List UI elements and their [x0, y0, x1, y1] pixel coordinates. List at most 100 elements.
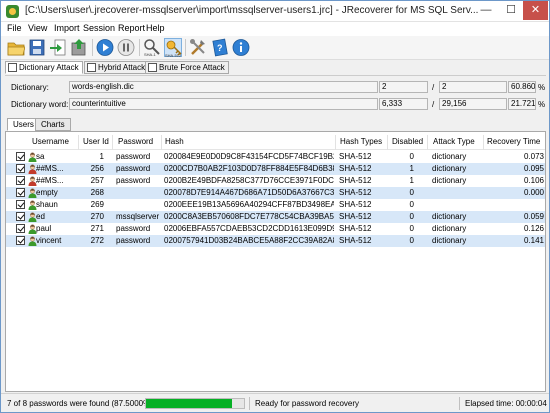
word-total-field: 29,156 — [439, 98, 507, 110]
cell-recovery-time: 0.141 — [523, 236, 544, 245]
title-bar: [C:\Users\user\.jrecoverer-mssqlserver\i… — [1, 1, 549, 22]
cell-hash-type: SHA-512 — [339, 236, 372, 245]
key-search-icon[interactable]: SHA-1 — [143, 38, 161, 57]
minimize-button[interactable]: — — [473, 1, 499, 20]
export-icon[interactable] — [70, 38, 88, 57]
word-percent-field: 21.7211 — [508, 98, 536, 110]
row-checkbox[interactable] — [16, 224, 25, 233]
cell-attack-type: dictionary — [432, 236, 467, 245]
save-icon[interactable] — [28, 38, 46, 57]
menu-import[interactable]: Import — [54, 23, 80, 33]
cell-attack-type: dictionary — [432, 164, 467, 173]
elapsed-time-status: Elapsed time: 00:00:04 — [465, 399, 547, 408]
row-checkbox[interactable] — [16, 236, 25, 245]
cell-disabled: 0 — [409, 224, 414, 233]
cell-hash-type: SHA-512 — [339, 212, 372, 221]
tools-icon[interactable] — [189, 38, 207, 57]
menu-session[interactable]: Session — [83, 23, 115, 33]
cell-recovery-time: 0.073 — [523, 152, 544, 161]
cell-hash: 0200757941D03B24BABCE5A88F2CC39A82A83F..… — [164, 236, 334, 245]
hybrid-attack-checkbox[interactable] — [87, 63, 96, 72]
brute-force-attack-checkbox[interactable] — [148, 63, 157, 72]
tab-hybrid-attack[interactable]: Hybrid Attack — [84, 61, 150, 74]
toolbar-separator — [139, 39, 140, 56]
cell-disabled: 0 — [409, 152, 414, 161]
menu-view[interactable]: View — [28, 23, 47, 33]
maximize-button[interactable]: ☐ — [498, 1, 524, 20]
menu-file[interactable]: File — [7, 23, 22, 33]
import-icon[interactable] — [49, 38, 67, 57]
toolbar: SHA-1 SHA-512 ? — [1, 36, 549, 60]
open-folder-icon[interactable] — [7, 38, 25, 57]
menu-help[interactable]: Help — [146, 23, 165, 33]
word-percent-sign: % — [538, 100, 546, 109]
word-separator: / — [432, 100, 435, 109]
table-row[interactable]: sa 1 password 020084E9E0D0D9C8F43154FCD5F74… — [6, 151, 545, 163]
header-disabled[interactable]: Disabled — [392, 137, 423, 146]
recovery-progress-bar — [145, 398, 245, 409]
cell-user-id: 256 — [90, 164, 104, 173]
cell-hash: 020078D7E914A467D686A71D50D6A37667C34... — [164, 188, 334, 197]
status-bar: 7 of 8 passwords were found (87.5000%) R… — [1, 393, 549, 412]
header-username[interactable]: Username — [32, 137, 69, 146]
cell-disabled: 1 — [409, 164, 414, 173]
pause-icon[interactable] — [117, 38, 135, 57]
row-checkbox[interactable] — [16, 200, 25, 209]
row-checkbox[interactable] — [16, 176, 25, 185]
word-count-field: 6,333 — [379, 98, 428, 110]
cell-user-id: 272 — [90, 236, 104, 245]
attack-mode-bar: Dictionary Attack Hybrid Attack Brute Fo… — [1, 60, 549, 75]
progress-fill — [146, 399, 232, 408]
close-button[interactable]: ✕ — [523, 1, 548, 20]
header-hash-types[interactable]: Hash Types — [340, 137, 382, 146]
tab-dictionary-attack[interactable]: Dictionary Attack — [5, 61, 83, 74]
tab-brute-force-attack[interactable]: Brute Force Attack — [145, 61, 229, 74]
menu-report[interactable]: Report — [118, 23, 145, 33]
cell-attack-type: dictionary — [432, 152, 467, 161]
cell-username: empty — [36, 188, 58, 197]
info-icon[interactable] — [232, 38, 250, 57]
table-row[interactable]: ##MS... 256 password 0200CD7B0AB2F103D0D78F… — [6, 163, 545, 175]
header-password[interactable]: Password — [118, 137, 153, 146]
header-attack-type[interactable]: Attack Type — [433, 137, 475, 146]
cell-recovery-time: 0.126 — [523, 224, 544, 233]
dictionary-attack-checkbox[interactable] — [8, 63, 17, 72]
cell-user-id: 268 — [90, 188, 104, 197]
table-row[interactable]: ed 270 mssqlserver 0200C8A3EB570608FDC7E778… — [6, 211, 545, 223]
tab-charts[interactable]: Charts — [35, 118, 71, 131]
table-row[interactable]: empty 268 020078D7E914A467D686A71D50D6A376… — [6, 187, 545, 199]
header-user-id[interactable]: User Id — [83, 137, 109, 146]
header-hash[interactable]: Hash — [165, 137, 184, 146]
cell-username: shaun — [36, 200, 58, 209]
toolbar-separator — [92, 39, 93, 56]
cell-password: password — [116, 152, 151, 161]
cell-username: ed — [36, 212, 45, 221]
cell-hash: 02006EBFA557CDAEB53CD2CDD1613E099D9B1E..… — [164, 224, 334, 233]
help-book-icon[interactable]: ? — [211, 38, 229, 57]
row-checkbox[interactable] — [16, 152, 25, 161]
cell-hash: 0200CD7B0AB2F103D0D78FF884E5F84D6B387E..… — [164, 164, 334, 173]
cell-hash-type: SHA-512 — [339, 224, 372, 233]
header-recovery-time[interactable]: Recovery Time — [487, 137, 540, 146]
dictionary-file-field: words-english.dic — [69, 81, 378, 93]
cell-user-id: 269 — [90, 200, 104, 209]
row-checkbox[interactable] — [16, 164, 25, 173]
dictionary-panel: Dictionary: words-english.dic 2 / 2 60.8… — [5, 75, 546, 115]
toolbar-separator — [185, 39, 186, 56]
table-row[interactable]: vincent 272 password 0200757941D03B24BABCE5… — [6, 235, 545, 247]
start-icon[interactable] — [96, 38, 114, 57]
cell-username: sa — [36, 152, 45, 161]
cell-hash: 020084E9E0D0D9C8F43154FCD5F74BCF19B2294.… — [164, 152, 334, 161]
cell-password: mssqlserver — [116, 212, 160, 221]
row-checkbox[interactable] — [16, 188, 25, 197]
table-row[interactable]: ##MS... 257 password 0200B2E49BDFA8258C377D… — [6, 175, 545, 187]
sha512-label: SHA-512 — [165, 53, 182, 58]
app-logo-icon — [6, 5, 19, 18]
sha-key-icon[interactable]: SHA-512 — [164, 38, 182, 58]
cell-password: password — [116, 224, 151, 233]
dictionary-total-field: 2 — [439, 81, 507, 93]
cell-password: password — [116, 176, 151, 185]
table-row[interactable]: shaun 269 0200EEE19B13A5696A40294CFF87BD34… — [6, 199, 545, 211]
table-row[interactable]: paul 271 password 02006EBFA557CDAEB53CD2CDD… — [6, 223, 545, 235]
row-checkbox[interactable] — [16, 212, 25, 221]
